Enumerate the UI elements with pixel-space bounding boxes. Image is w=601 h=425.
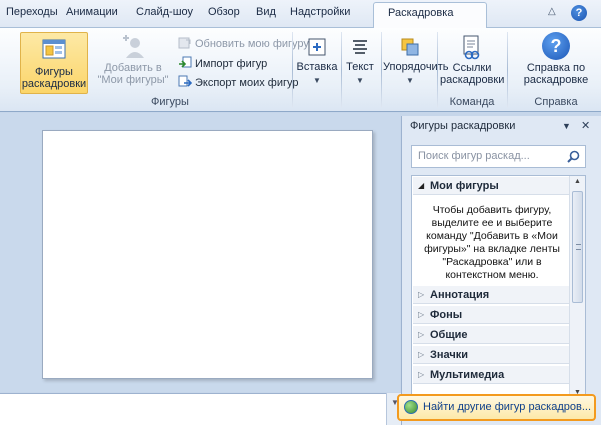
expand-arrow-icon: ▷ <box>418 310 425 319</box>
scroll-up-icon[interactable]: ▲ <box>574 178 581 185</box>
minimize-ribbon-icon[interactable]: △ <box>548 6 556 17</box>
tab-view[interactable]: Вид <box>256 4 276 24</box>
shape-category-list: ◢ Мои фигуры Чтобы добавить фигуру, выдел… <box>411 175 586 401</box>
text-label: Текст <box>346 61 374 73</box>
storyboard-shapes-pane: Фигуры раскадровки ▼ ✕ Поиск фигур раска… <box>401 116 601 425</box>
add-person-icon <box>123 35 144 58</box>
category-annotation[interactable]: ▷ Аннотация <box>413 286 570 304</box>
group-label-shapes: Фигуры <box>151 96 189 108</box>
expand-arrow-icon: ▷ <box>418 290 425 299</box>
ribbon-separator <box>381 32 382 108</box>
storyboard-help-label: Справка по раскадровке <box>523 62 589 86</box>
expand-arrow-icon: ▷ <box>418 330 425 339</box>
update-my-shape-button[interactable]: Обновить мою фигуру <box>178 36 309 52</box>
category-list-scrollbar[interactable]: ▲ ▼ <box>569 176 585 400</box>
category-backgrounds[interactable]: ▷ Фоны <box>413 306 570 324</box>
ribbon: Фигуры раскадровки Добавить в "Мои фигур… <box>0 28 601 112</box>
storyboard-links-label: Ссылки раскадровки <box>440 62 505 86</box>
tab-slideshow[interactable]: Слайд-шоу <box>136 4 193 24</box>
collapse-arrow-icon: ◢ <box>418 181 425 190</box>
find-more-shapes-button[interactable]: Найти другие фигур раскадров... <box>397 394 596 421</box>
text-dropdown-icon: ▼ <box>356 76 364 85</box>
ribbon-separator <box>437 32 438 108</box>
storyboard-links-icon <box>463 35 480 60</box>
find-more-shapes-label: Найти другие фигур раскадров... <box>423 401 592 413</box>
arrange-label: Упорядочить <box>383 61 449 73</box>
tab-review[interactable]: Обзор <box>208 4 240 24</box>
globe-icon <box>404 400 418 414</box>
category-common[interactable]: ▷ Общие <box>413 326 570 344</box>
pane-options-icon[interactable]: ▼ <box>562 121 571 131</box>
category-icons[interactable]: ▷ Значки <box>413 346 570 364</box>
tab-addins[interactable]: Надстройки <box>290 4 350 24</box>
help-large-icon: ? <box>542 32 570 60</box>
category-label: Аннотация <box>430 289 490 301</box>
storyboard-shapes-icon <box>42 39 66 59</box>
insert-icon <box>308 38 326 56</box>
expand-arrow-icon: ▷ <box>418 370 425 379</box>
insert-label: Вставка <box>296 61 338 73</box>
arrange-icon <box>401 38 419 56</box>
shape-search-field[interactable]: Поиск фигур раскад... <box>411 145 586 168</box>
category-my-shapes[interactable]: ◢ Мои фигуры <box>413 177 570 195</box>
export-my-shapes-button[interactable]: Экспорт моих фигур <box>178 75 298 91</box>
group-label-team: Команда <box>449 96 495 108</box>
close-pane-icon[interactable]: ✕ <box>581 119 590 132</box>
category-label: Мои фигуры <box>430 180 499 192</box>
ribbon-tab-strip: Переходы Анимации Слайд-шоу Обзор Вид На… <box>0 0 601 29</box>
import-shapes-button[interactable]: Импорт фигур <box>178 56 267 72</box>
storyboard-links-button[interactable]: Ссылки раскадровки <box>440 32 504 94</box>
group-label-help: Справка <box>534 96 578 108</box>
help-icon[interactable]: ? <box>571 5 587 21</box>
ribbon-separator <box>292 32 293 108</box>
expand-arrow-icon: ▷ <box>418 350 425 359</box>
arrange-button[interactable]: Упорядочить ▼ <box>383 32 448 94</box>
my-shapes-hint: Чтобы добавить фигуру, выделите ее и выб… <box>424 204 560 281</box>
arrange-dropdown-icon: ▼ <box>406 76 414 85</box>
text-button[interactable]: Текст ▼ <box>343 32 377 94</box>
text-align-icon <box>353 40 367 54</box>
storyboard-shapes-button[interactable]: Фигуры раскадровки <box>20 32 88 94</box>
tab-storyboarding[interactable]: Раскадровка <box>373 2 487 29</box>
insert-button[interactable]: Вставка ▼ <box>295 32 339 94</box>
category-label: Общие <box>430 329 468 341</box>
storyboard-help-button[interactable]: ? Справка по раскадровке <box>516 32 596 94</box>
import-shapes-label: Импорт фигур <box>195 58 268 70</box>
export-my-shapes-label: Экспорт моих фигур <box>195 77 299 89</box>
pane-title: Фигуры раскадровки <box>410 120 516 132</box>
ribbon-separator <box>507 32 508 108</box>
scrollbar-grip-icon <box>576 244 581 250</box>
notes-pane[interactable] <box>0 393 386 425</box>
storyboard-shapes-label: Фигуры раскадровки <box>21 66 87 90</box>
search-placeholder: Поиск фигур раскад... <box>418 150 530 162</box>
add-to-my-shapes-label: Добавить в "Мои фигуры" <box>97 62 169 86</box>
scrollbar-thumb[interactable] <box>572 191 583 303</box>
category-label: Фоны <box>430 309 463 321</box>
slide-canvas[interactable] <box>42 130 373 379</box>
tab-transitions[interactable]: Переходы <box>6 4 58 24</box>
category-multimedia[interactable]: ▷ Мультимедиа <box>413 366 570 384</box>
export-icon <box>178 75 192 87</box>
add-to-my-shapes-button[interactable]: Добавить в "Мои фигуры" <box>96 32 170 94</box>
ribbon-separator <box>341 32 342 108</box>
update-shape-icon <box>178 37 191 49</box>
search-icon[interactable] <box>567 150 580 163</box>
insert-dropdown-icon: ▼ <box>313 76 321 85</box>
slide-workspace <box>0 113 400 392</box>
import-icon <box>179 56 192 68</box>
category-label: Мультимедиа <box>430 369 505 381</box>
tab-animations[interactable]: Анимации <box>66 4 118 24</box>
category-label: Значки <box>430 349 469 361</box>
